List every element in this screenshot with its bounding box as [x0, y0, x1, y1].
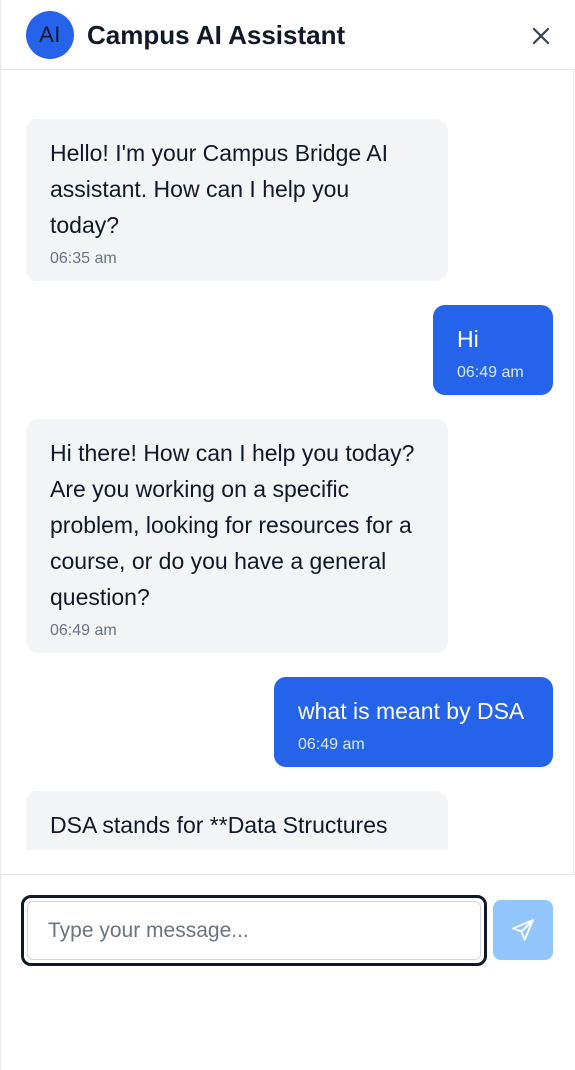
message-time: 06:49 am — [298, 736, 365, 753]
close-button[interactable] — [527, 22, 555, 50]
chat-header: AI Campus AI Assistant — [1, 0, 575, 70]
message-text: DSA stands for **Data Structures and Alg… — [50, 812, 388, 850]
message-time: 06:49 am — [457, 364, 524, 381]
message-time: 06:35 am — [50, 250, 117, 267]
close-icon — [532, 27, 550, 45]
chat-title: Campus AI Assistant — [87, 20, 346, 50]
message-composer — [1, 874, 575, 1070]
assistant-message: Hello! I'm your Campus Bridge AI assista… — [26, 119, 448, 281]
message-text: what is meant by DSA — [298, 698, 525, 724]
message-input-wrapper — [21, 895, 487, 966]
send-icon — [512, 919, 534, 941]
user-message: what is meant by DSA 06:49 am — [274, 677, 553, 767]
message-time: 06:49 am — [50, 622, 117, 639]
user-message: Hi 06:49 am — [433, 305, 553, 395]
message-input[interactable] — [27, 901, 481, 960]
assistant-message: Hi there! How can I help you today? Are … — [26, 419, 448, 653]
assistant-avatar: AI — [26, 11, 74, 59]
message-text: Hi — [457, 326, 479, 352]
assistant-message: DSA stands for **Data Structures and Alg… — [26, 791, 448, 850]
chat-window: AI Campus AI Assistant Hello! I'm your C… — [0, 0, 575, 1070]
message-text: Hi there! How can I help you today? Are … — [50, 440, 415, 610]
message-text: Hello! I'm your Campus Bridge AI assista… — [50, 140, 389, 238]
send-button[interactable] — [493, 900, 553, 960]
message-list[interactable]: Hello! I'm your Campus Bridge AI assista… — [1, 71, 575, 850]
